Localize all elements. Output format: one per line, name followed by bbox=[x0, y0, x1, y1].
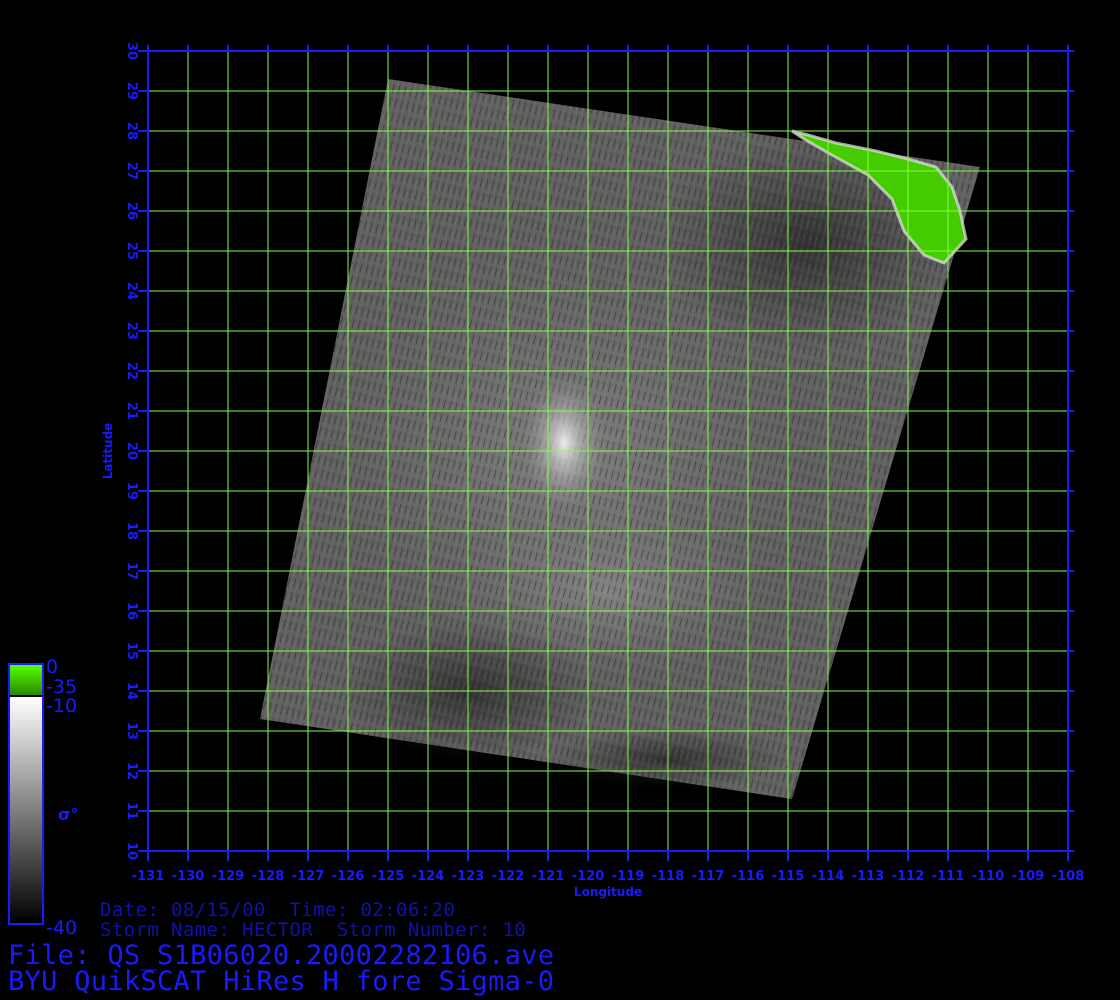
lat-tick-label: 25 bbox=[124, 242, 139, 260]
lat-tick-label: 12 bbox=[124, 762, 139, 780]
lon-tick-label: -124 bbox=[412, 869, 445, 884]
lat-tick-label: 14 bbox=[124, 682, 139, 700]
lon-tick-label: -111 bbox=[932, 869, 965, 884]
lat-tick-label: 30 bbox=[124, 42, 139, 60]
lat-tick-label: 13 bbox=[124, 722, 139, 740]
colorbar-label-gray-max: -10 bbox=[46, 695, 77, 717]
lon-tick-label: -126 bbox=[332, 869, 365, 884]
colorbar-label-gray-min: -40 bbox=[46, 917, 77, 939]
lat-tick-label: 10 bbox=[124, 842, 139, 860]
lon-tick-label: -108 bbox=[1052, 869, 1085, 884]
lon-tick-label: -123 bbox=[452, 869, 485, 884]
lon-tick-label: -125 bbox=[372, 869, 405, 884]
lat-tick-label: 18 bbox=[124, 522, 139, 540]
lon-tick-label: -117 bbox=[692, 869, 725, 884]
lon-tick-label: -110 bbox=[972, 869, 1005, 884]
colorbar-label-top: 0 bbox=[46, 656, 58, 678]
lon-tick-label: -128 bbox=[252, 869, 285, 884]
storm-info: Storm Name: HECTOR Storm Number: 10 bbox=[100, 919, 527, 941]
lon-tick-label: -114 bbox=[812, 869, 845, 884]
lat-tick-label: 26 bbox=[124, 202, 139, 220]
lon-tick-label: -115 bbox=[772, 869, 805, 884]
lat-tick-label: 24 bbox=[124, 282, 139, 300]
lat-tick-label: 16 bbox=[124, 602, 139, 620]
observation-date-time: Date: 08/15/00 Time: 02:06:20 bbox=[100, 899, 456, 921]
lon-tick-label: -130 bbox=[172, 869, 205, 884]
lon-tick-label: -129 bbox=[212, 869, 245, 884]
lon-tick-label: -131 bbox=[132, 869, 165, 884]
lon-tick-label: -121 bbox=[532, 869, 565, 884]
storm-bright-center bbox=[522, 373, 606, 513]
sigma0-map: -131 -130 -129 -128 -127 -126 -125 -124 -123 -122… bbox=[8, 42, 1085, 939]
lat-tick-label: 20 bbox=[124, 442, 139, 460]
lon-tick-label: -120 bbox=[572, 869, 605, 884]
lat-tick-label: 17 bbox=[124, 562, 139, 580]
lat-tick-label: 23 bbox=[124, 322, 139, 340]
lat-tick-label: 28 bbox=[124, 122, 139, 140]
lon-tick-label: -118 bbox=[652, 869, 685, 884]
lat-lon-grid bbox=[147, 50, 1069, 852]
lon-tick-label: -109 bbox=[1012, 869, 1045, 884]
lon-tick-label: -127 bbox=[292, 869, 325, 884]
lon-tick-label: -119 bbox=[612, 869, 645, 884]
lon-tick-label: -113 bbox=[852, 869, 885, 884]
lon-tick-label: -112 bbox=[892, 869, 925, 884]
product-title: BYU QuikSCAT HiRes H fore Sigma-0 bbox=[8, 966, 555, 997]
longitude-axis-label: Longitude bbox=[574, 885, 642, 899]
sigma-zero-symbol: σ° bbox=[58, 805, 78, 824]
lat-tick-label: 27 bbox=[124, 162, 139, 180]
lon-tick-label: -116 bbox=[732, 869, 765, 884]
colorbar-gray-segment bbox=[10, 697, 42, 923]
lat-tick-label: 22 bbox=[124, 362, 139, 380]
colorbar-land-segment bbox=[10, 665, 42, 695]
lon-tick-label: -122 bbox=[492, 869, 525, 884]
lat-tick-label: 29 bbox=[124, 82, 139, 100]
sigma0-colorbar: 0 -35 -10 -40 σ° bbox=[8, 656, 78, 939]
latitude-axis-label: Latitude bbox=[101, 423, 115, 480]
lat-tick-label: 11 bbox=[124, 802, 139, 820]
lat-tick-label: 21 bbox=[124, 402, 139, 420]
lat-tick-label: 15 bbox=[124, 642, 139, 660]
lat-tick-label: 19 bbox=[124, 482, 139, 500]
